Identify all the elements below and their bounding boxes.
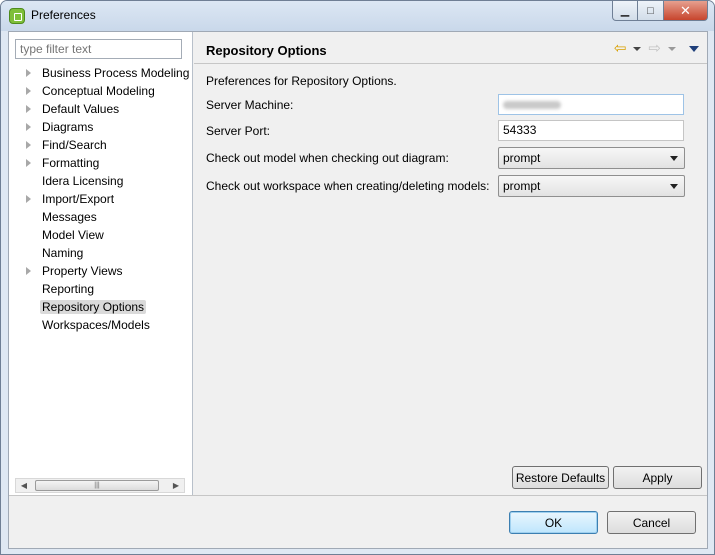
tree-item[interactable]: Model View (9, 226, 193, 244)
maximize-button[interactable]: □ (638, 1, 664, 21)
preference-page: Repository Options ⇦ ⇨ Preferences for R… (194, 32, 707, 495)
tree-item-label: Workspaces/Models (42, 318, 150, 332)
tree-item[interactable]: Business Process Modeling (9, 64, 193, 82)
page-title: Repository Options (206, 43, 327, 58)
tree-item-label: Reporting (42, 282, 95, 296)
tree-item[interactable]: Diagrams (9, 118, 193, 136)
restore-defaults-button[interactable]: Restore Defaults (512, 466, 609, 489)
tree-item[interactable]: Workspaces/Models (9, 316, 193, 334)
close-button[interactable]: ✕ (664, 1, 708, 21)
tree-item[interactable]: Property Views (9, 262, 193, 280)
app-icon (9, 8, 25, 24)
server-machine-label: Server Machine: (206, 98, 294, 112)
cancel-button[interactable]: Cancel (607, 511, 696, 534)
close-icon: ✕ (680, 2, 691, 18)
scroll-left-icon[interactable]: ◀ (16, 479, 32, 492)
tree-item[interactable]: Naming (9, 244, 193, 262)
tree-item[interactable]: Idera Licensing (9, 172, 193, 190)
server-machine-field[interactable] (498, 94, 684, 115)
preference-tree: Business Process Modeling Conceptual Mode… (9, 64, 193, 334)
tree-item[interactable]: Import/Export (9, 190, 193, 208)
expand-arrow-icon[interactable] (26, 105, 31, 113)
page-description: Preferences for Repository Options. (206, 74, 397, 88)
tree-item-label: Conceptual Modeling (42, 84, 155, 98)
minimize-button[interactable]: ▁ (612, 1, 638, 21)
tree-item[interactable]: Messages (9, 208, 193, 226)
caption-buttons: ▁ □ ✕ (612, 1, 708, 21)
chevron-down-icon (670, 156, 678, 161)
forward-dropdown-icon[interactable] (668, 46, 676, 51)
tree-item[interactable]: Conceptual Modeling (9, 82, 193, 100)
expand-arrow-icon[interactable] (26, 87, 31, 95)
tree-item-label: Business Process Modeling (42, 66, 190, 80)
checkout-workspace-select[interactable]: prompt (498, 175, 685, 197)
tree-item-label: Diagrams (42, 120, 94, 134)
tree-item[interactable]: Find/Search (9, 136, 193, 154)
tree-item-label: Default Values (42, 102, 120, 116)
tree-item[interactable]: Reporting (9, 280, 193, 298)
checkout-model-value: prompt (503, 151, 541, 165)
server-port-field[interactable]: 54333 (498, 120, 684, 141)
checkout-model-label: Check out model when checking out diagra… (206, 151, 449, 165)
tree-item-label: Idera Licensing (42, 174, 124, 188)
tree-item-label: Repository Options (40, 300, 147, 314)
tree-item-label: Naming (42, 246, 84, 260)
tree-item-label: Property Views (42, 264, 123, 278)
ok-button[interactable]: OK (509, 511, 598, 534)
expand-arrow-icon[interactable] (26, 159, 31, 167)
scroll-right-icon[interactable]: ▶ (168, 479, 184, 492)
expand-arrow-icon[interactable] (26, 195, 31, 203)
apply-button[interactable]: Apply (613, 466, 702, 489)
expand-arrow-icon[interactable] (26, 267, 31, 275)
expand-arrow-icon[interactable] (26, 69, 31, 77)
minimize-icon: ▁ (620, 5, 630, 17)
tree-item[interactable]: Repository Options (9, 298, 193, 316)
chevron-down-icon (670, 184, 678, 189)
back-arrow-icon[interactable]: ⇦ (614, 41, 627, 56)
filter-input[interactable] (15, 39, 182, 59)
page-navigation: ⇦ ⇨ (614, 41, 699, 56)
tree-item-label: Messages (42, 210, 97, 224)
server-port-label: Server Port: (206, 124, 271, 138)
button-bar-separator (9, 495, 707, 496)
window-title: Preferences (31, 8, 96, 22)
expand-arrow-icon[interactable] (26, 141, 31, 149)
expand-arrow-icon[interactable] (26, 123, 31, 131)
tree-item[interactable]: Formatting (9, 154, 193, 172)
preference-tree-pane: Business Process Modeling Conceptual Mode… (9, 32, 193, 495)
forward-arrow-icon[interactable]: ⇨ (648, 41, 661, 56)
tree-item-label: Model View (42, 228, 104, 242)
server-port-value: 54333 (503, 123, 537, 137)
view-menu-icon[interactable] (689, 45, 699, 52)
page-header: Repository Options ⇦ ⇨ (194, 32, 707, 64)
scrollbar-thumb[interactable]: ||| (35, 480, 159, 491)
tree-item-label: Import/Export (42, 192, 115, 206)
preferences-window: Preferences ▁ □ ✕ Business Process Model… (0, 0, 715, 555)
maximize-icon: □ (647, 4, 654, 17)
tree-item-label: Find/Search (42, 138, 107, 152)
tree-item-label: Formatting (42, 156, 100, 170)
checkout-model-select[interactable]: prompt (498, 147, 685, 169)
checkout-workspace-value: prompt (503, 179, 541, 193)
title-bar[interactable]: Preferences ▁ □ ✕ (1, 1, 714, 31)
checkout-workspace-label: Check out workspace when creating/deleti… (206, 179, 490, 193)
horizontal-scrollbar[interactable]: ◀ ||| ▶ (15, 478, 185, 493)
redacted-value (503, 101, 561, 109)
back-dropdown-icon[interactable] (633, 46, 642, 51)
tree-item[interactable]: Default Values (9, 100, 193, 118)
dialog-client-area: Business Process Modeling Conceptual Mode… (8, 31, 708, 549)
